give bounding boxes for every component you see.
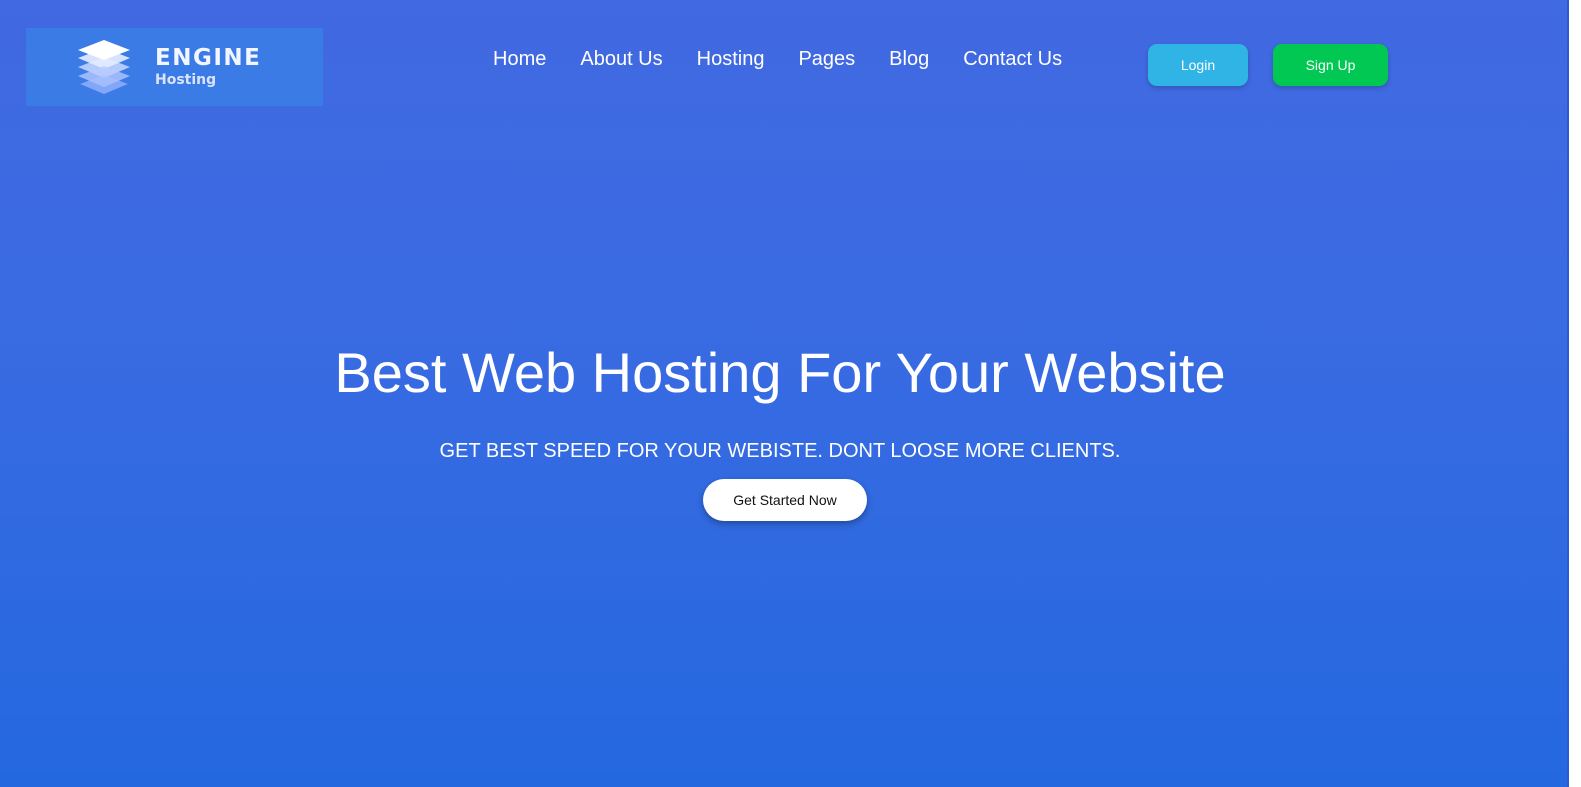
window-edge [1567,0,1581,787]
login-button[interactable]: Login [1148,44,1248,86]
nav-item-home[interactable]: Home [493,47,546,71]
get-started-button[interactable]: Get Started Now [703,479,867,521]
signup-button[interactable]: Sign Up [1273,44,1388,86]
brand-name: ENGINE [155,45,262,71]
nav-item-pages[interactable]: Pages [798,47,855,71]
hero-title: Best Web Hosting For Your Website [334,341,1226,404]
stacked-layers-icon [78,40,130,94]
nav-item-hosting[interactable]: Hosting [697,47,765,71]
nav-item-blog[interactable]: Blog [889,47,929,71]
hero-subtitle: GET BEST SPEED FOR YOUR WEBISTE. DONT LO… [439,440,1121,462]
nav-item-about-us[interactable]: About Us [580,47,662,71]
brand-subtitle: Hosting [155,72,217,88]
logo[interactable]: ENGINE Hosting [26,28,323,106]
nav-item-contact-us[interactable]: Contact Us [963,47,1062,71]
main-nav: Home About Us Hosting Pages Blog Contact… [493,47,1062,71]
